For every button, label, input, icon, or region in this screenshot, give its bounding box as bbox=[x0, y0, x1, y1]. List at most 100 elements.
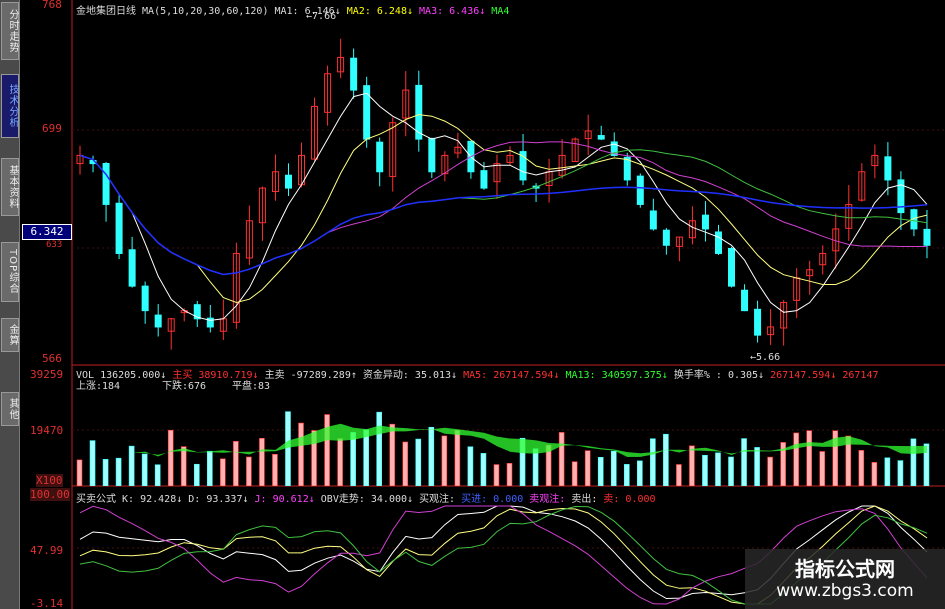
volume-bar bbox=[389, 423, 396, 486]
volume-bar bbox=[415, 438, 422, 486]
watermark-title: 指标公式网 bbox=[795, 557, 895, 581]
volume-bar bbox=[207, 450, 213, 486]
volume-bar bbox=[819, 451, 826, 486]
volume-bar bbox=[584, 450, 591, 486]
volume-bar bbox=[597, 457, 604, 486]
watermark: 指标公式网 www.zbgs3.com bbox=[745, 549, 945, 609]
volume-bar bbox=[167, 429, 174, 486]
volume-chart[interactable] bbox=[72, 386, 945, 486]
candle-body bbox=[597, 135, 605, 140]
volume-bar bbox=[571, 461, 578, 486]
candle-body bbox=[636, 175, 644, 205]
candle-body bbox=[714, 231, 722, 254]
volume-bar bbox=[363, 429, 369, 486]
volume-bar bbox=[76, 459, 83, 486]
candle-body bbox=[376, 141, 384, 173]
volume-bar bbox=[402, 441, 409, 486]
candle-body bbox=[102, 163, 110, 205]
candle-body bbox=[141, 285, 149, 312]
volume-bar bbox=[154, 464, 161, 486]
volume-bar bbox=[493, 464, 500, 486]
volume-bar bbox=[702, 454, 708, 486]
vol-axis-unit: X100 bbox=[36, 474, 63, 487]
price-axis-mid: 699 bbox=[42, 122, 62, 135]
volume-bar bbox=[233, 441, 239, 486]
price-chart[interactable] bbox=[72, 14, 945, 364]
ma-line-20 bbox=[79, 141, 927, 276]
volume-bar bbox=[806, 430, 812, 486]
volume-bar bbox=[506, 463, 513, 486]
ind-axis-mid: 47.99 bbox=[30, 544, 64, 557]
vol-extra: 267147.594↓ 267147 bbox=[770, 370, 879, 381]
volume-bar bbox=[128, 445, 135, 486]
volume-bar bbox=[441, 435, 448, 486]
volume-bar bbox=[767, 456, 773, 486]
volume-bar bbox=[650, 438, 656, 486]
vol-axis-top: 39259 bbox=[30, 368, 64, 381]
volume-bar bbox=[610, 450, 617, 486]
volume-bar bbox=[741, 438, 747, 486]
volume-bar bbox=[89, 440, 96, 486]
volume-bar bbox=[793, 432, 799, 486]
volume-bar bbox=[259, 438, 265, 486]
volume-bar bbox=[728, 456, 734, 486]
volume-bar bbox=[558, 432, 565, 486]
volume-bar bbox=[298, 422, 304, 486]
watermark-url: www.zbgs3.com bbox=[776, 581, 914, 601]
candle-body bbox=[754, 308, 762, 336]
volume-bar bbox=[285, 411, 291, 486]
volume-bar bbox=[115, 457, 122, 486]
volume-bar bbox=[663, 433, 669, 486]
volume-bar bbox=[754, 447, 760, 486]
ma-line-60 bbox=[79, 154, 928, 276]
volume-bar bbox=[454, 429, 461, 486]
volume-bar bbox=[180, 446, 187, 486]
zijin-value: 资金异动: 35.013↓ bbox=[362, 370, 458, 381]
volume-bar bbox=[220, 458, 226, 486]
candle-body bbox=[884, 156, 892, 181]
price-axis-top: 768 bbox=[42, 0, 62, 11]
ind-axis-bottom: -3.14 bbox=[30, 597, 64, 609]
volume-bar bbox=[689, 445, 695, 486]
vol-ma5: MA5: 267147.594↓ bbox=[463, 370, 560, 381]
candle-body bbox=[923, 228, 931, 246]
volume-bar bbox=[246, 456, 252, 486]
volume-bar bbox=[337, 438, 343, 486]
volume-bar bbox=[350, 432, 356, 486]
candle-body bbox=[728, 247, 736, 287]
volume-bar bbox=[715, 452, 721, 486]
volume-bar bbox=[102, 459, 109, 486]
candle-body bbox=[662, 229, 670, 246]
candle-body bbox=[154, 314, 162, 328]
volume-bar bbox=[324, 414, 330, 486]
price-axis-bottom: 566 bbox=[42, 352, 62, 365]
volume-bar bbox=[884, 457, 891, 486]
volume-bar bbox=[676, 464, 682, 486]
candle-body bbox=[741, 289, 749, 312]
ind-axis-top: 100.00 bbox=[30, 488, 70, 501]
candle-body bbox=[480, 170, 488, 189]
ma-line-10 bbox=[79, 114, 928, 304]
volume-bar bbox=[910, 438, 917, 486]
volume-bar bbox=[141, 453, 148, 486]
candle-body bbox=[284, 174, 292, 189]
volume-bar bbox=[532, 448, 539, 486]
volume-bar bbox=[272, 454, 278, 486]
volume-bar bbox=[467, 446, 474, 486]
candle-body bbox=[115, 202, 123, 254]
huanshou-value: 换手率% : 0.305↓ bbox=[673, 370, 765, 381]
volume-bar bbox=[193, 463, 200, 486]
volume-bar bbox=[871, 462, 878, 486]
volume-bar bbox=[428, 426, 435, 486]
volume-bar bbox=[376, 411, 382, 486]
current-price-box: 6.342 bbox=[22, 224, 72, 240]
candle-body bbox=[428, 137, 436, 173]
vol-ma13: MA13: 340597.375↓ bbox=[565, 370, 668, 381]
candle-body bbox=[649, 210, 657, 230]
candle-body bbox=[128, 249, 136, 287]
vol-axis-mid: 19470 bbox=[30, 424, 64, 437]
zhumai2-value: 主卖 -97289.289↑ bbox=[264, 370, 357, 381]
volume-bar bbox=[637, 460, 643, 486]
volume-bar bbox=[480, 453, 487, 486]
candle-body bbox=[701, 214, 709, 230]
